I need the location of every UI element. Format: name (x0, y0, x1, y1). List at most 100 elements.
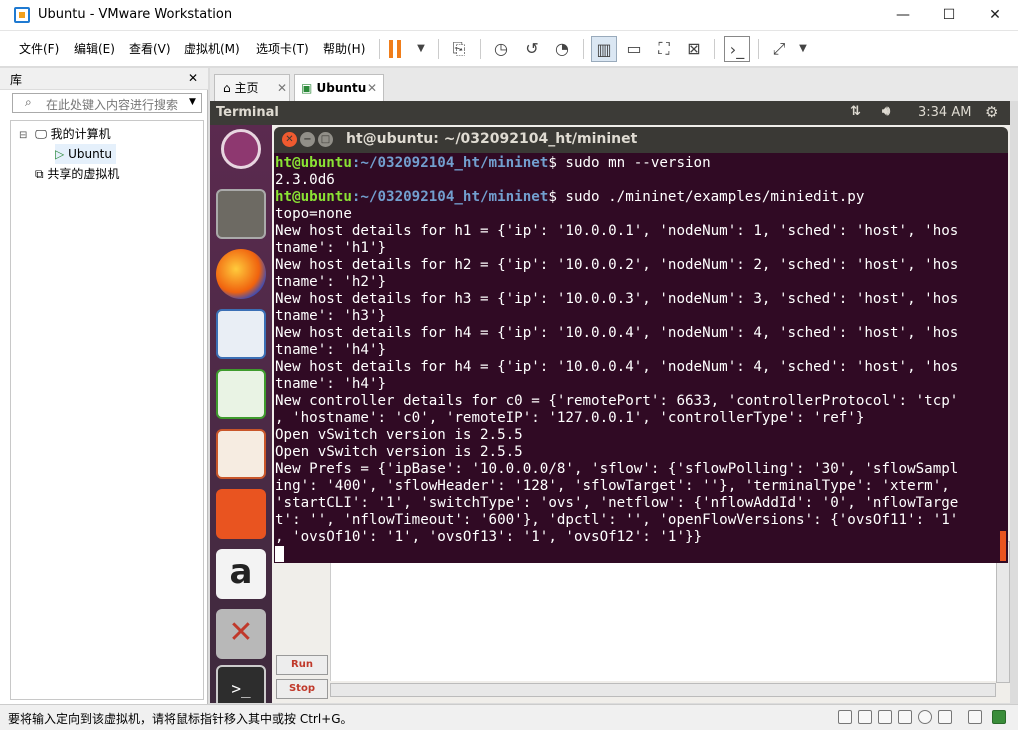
tree-node-my-computer[interactable]: ⊟ 🖵 我的计算机 (19, 124, 111, 144)
library-search-input[interactable]: ⌕ 在此处键入内容进行搜索 ▼ (12, 93, 202, 113)
firefox-icon[interactable] (216, 249, 266, 299)
hard-disk-icon[interactable] (838, 710, 852, 724)
terminal-close-icon[interactable]: ✕ (282, 132, 297, 147)
toolbar-separator (379, 39, 380, 59)
library-title: 库 (10, 73, 23, 87)
stop-button[interactable]: Stop (276, 679, 328, 699)
usb-icon[interactable] (898, 710, 912, 724)
fullscreen-icon[interactable]: ⛶ (651, 36, 677, 62)
collapse-icon[interactable]: ⊟ (19, 130, 27, 141)
toolbar-separator (758, 39, 759, 59)
system-gear-icon[interactable]: ⚙ (985, 103, 998, 121)
toolbar-separator (438, 39, 439, 59)
tab-ubuntu[interactable]: ▣ Ubuntu ✕ (294, 74, 384, 101)
title-bar: Ubuntu - VMware Workstation — ☐ ✕ (0, 0, 1018, 31)
terminal-title: ht@ubuntu: ~/032092104_ht/mininet (346, 131, 638, 147)
snapshot-manager-icon[interactable]: ◔ (549, 36, 575, 62)
printer-icon[interactable] (938, 710, 952, 724)
thumbnail-bar-icon[interactable]: ▭ (621, 36, 647, 62)
show-library-icon[interactable]: ▥ (591, 36, 617, 62)
terminal-output[interactable]: ht@ubuntu:~/032092104_ht/mininet$ sudo m… (274, 153, 1008, 563)
cd-drive-icon[interactable] (858, 710, 872, 724)
menu-file[interactable]: 文件(F) (19, 40, 59, 57)
settings-icon[interactable]: ✕ (216, 609, 266, 659)
shared-vm-icon: ⧉ (35, 167, 44, 181)
tab-bar: ⌂ 主页 ✕ ▣ Ubuntu ✕ (210, 68, 1018, 101)
search-dropdown-icon[interactable]: ▼ (189, 97, 196, 107)
search-placeholder: 在此处键入内容进行搜索 (46, 98, 179, 112)
output-line: New controller details for c0 = {'remote… (275, 393, 959, 409)
menu-view[interactable]: 查看(V) (129, 40, 171, 57)
revert-snapshot-icon[interactable]: ↺ (519, 36, 545, 62)
terminal-titlebar[interactable]: ✕ − □ ht@ubuntu: ~/032092104_ht/mininet (274, 127, 1008, 153)
toolbar-separator (583, 39, 584, 59)
command-line-2: ht@ubuntu:~/032092104_ht/mininet$ sudo .… (275, 189, 1008, 206)
clock[interactable]: 3:34 AM (918, 105, 971, 120)
tab-home[interactable]: ⌂ 主页 ✕ (214, 74, 290, 101)
terminal-maximize-icon[interactable]: □ (318, 132, 333, 147)
power-dropdown-icon[interactable]: ▼ (408, 36, 434, 62)
menu-vm[interactable]: 虚拟机(M) (184, 40, 240, 57)
volume-icon[interactable]: 🔊︎ (882, 104, 890, 119)
output-line: Open vSwitch version is 2.5.5 (275, 444, 523, 460)
minimize-button[interactable]: — (880, 0, 926, 31)
close-button[interactable]: ✕ (972, 0, 1018, 31)
command: $ sudo ./mininet/examples/miniedit.py (548, 189, 865, 205)
ubuntu-dash-icon[interactable] (221, 129, 261, 169)
library-tree: ⊟ 🖵 我的计算机 ▷ Ubuntu ⧉ 共享的虚拟机 (10, 120, 204, 700)
terminal-scroll-indicator[interactable] (1000, 531, 1006, 561)
stretch-view-icon[interactable]: ⤢ (766, 36, 792, 62)
toolbar-separator (714, 39, 715, 59)
horizontal-scrollbar[interactable] (330, 683, 996, 697)
view-dropdown-icon[interactable]: ▼ (790, 36, 816, 62)
output-line: tname': 'h4'} (275, 342, 387, 358)
files-icon[interactable] (216, 189, 266, 239)
output-line: , 'hostname': 'c0', 'remoteIP': '127.0.0… (275, 410, 865, 426)
output-line: topo=none (275, 206, 352, 222)
output-line: New host details for h3 = {'ip': '10.0.0… (275, 291, 959, 307)
menu-help[interactable]: 帮助(H) (323, 40, 365, 57)
amazon-icon[interactable]: a (216, 549, 266, 599)
terminal-minimize-icon[interactable]: − (300, 132, 315, 147)
output-line: Open vSwitch version is 2.5.5 (275, 427, 523, 443)
output-line: tname': 'h1'} (275, 240, 387, 256)
output-line: tname': 'h4'} (275, 376, 387, 392)
message-log-icon[interactable] (992, 710, 1006, 724)
tab-close-icon[interactable]: ✕ (277, 75, 287, 101)
run-button[interactable]: Run (276, 655, 328, 675)
prompt-user: ht@ubuntu (275, 155, 352, 171)
tree-node-shared-vms[interactable]: ⧉ 共享的虚拟机 (35, 164, 119, 184)
menu-tabs[interactable]: 选项卡(T) (256, 40, 309, 57)
snapshot-icon[interactable]: ◷ (488, 36, 514, 62)
console-view-icon[interactable]: ›_ (724, 36, 750, 62)
library-close-icon[interactable]: ✕ (188, 71, 198, 85)
terminal-cursor (275, 546, 284, 562)
software-center-icon[interactable] (216, 489, 266, 539)
output-line: New host details for h4 = {'ip': '10.0.0… (275, 359, 959, 375)
impress-icon[interactable] (216, 429, 266, 479)
tree-label: 共享的虚拟机 (47, 167, 120, 181)
prompt-path: :~/032092104_ht/mininet (351, 189, 549, 205)
toolbar-separator (480, 39, 481, 59)
network-adapter-icon[interactable] (878, 710, 892, 724)
writer-icon[interactable] (216, 309, 266, 359)
send-ctrl-alt-del-icon[interactable]: ⎘ (446, 36, 472, 62)
output-line: ing': '400', 'sflowHeader': '128', 'sflo… (275, 478, 950, 494)
unity-mode-icon[interactable]: ⊠ (681, 36, 707, 62)
pause-icon[interactable] (389, 40, 401, 58)
status-bar: 要将输入定向到该虚拟机，请将鼠标指针移入其中或按 Ctrl+G。 (0, 704, 1018, 730)
sound-card-icon[interactable] (918, 710, 932, 724)
tree-node-ubuntu[interactable]: ▷ Ubuntu (55, 144, 116, 164)
calc-icon[interactable] (216, 369, 266, 419)
vm-display[interactable]: Terminal ⇅ 🔊︎ 3:34 AM ⚙ a ✕ >_ Run Stop … (210, 101, 1010, 703)
maximize-button[interactable]: ☐ (926, 0, 972, 31)
output-line: t': '', 'nflowTimeout': '600'}, 'dpctl':… (275, 512, 959, 528)
menu-edit[interactable]: 编辑(E) (74, 40, 115, 57)
tree-label: Ubuntu (68, 147, 112, 161)
library-panel: 库 ✕ ⌕ 在此处键入内容进行搜索 ▼ ⊟ 🖵 我的计算机 ▷ Ubuntu ⧉… (0, 68, 208, 704)
tab-label: 主页 (234, 81, 259, 95)
display-icon[interactable] (968, 710, 982, 724)
tab-close-icon[interactable]: ✕ (367, 75, 377, 101)
terminal-launcher-icon[interactable]: >_ (216, 665, 266, 703)
network-icon[interactable]: ⇅ (850, 104, 861, 119)
